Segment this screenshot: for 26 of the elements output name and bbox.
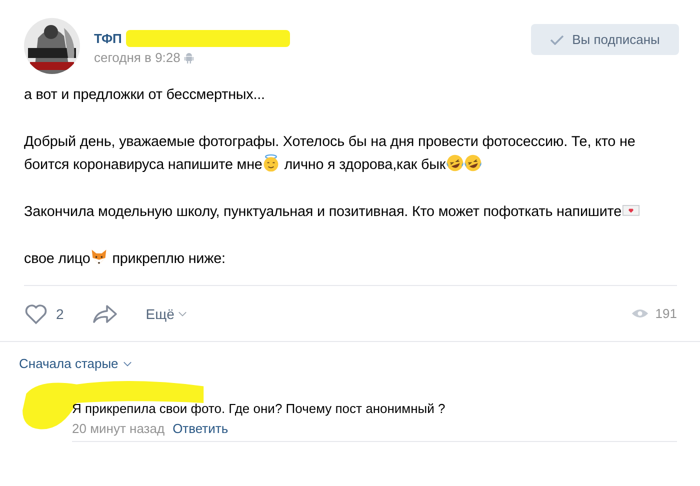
- post-paragraph: а вот и предложки от бессмертных...: [24, 86, 266, 105]
- halo-face-icon: [262, 154, 280, 172]
- share-button[interactable]: [92, 304, 118, 324]
- post-time[interactable]: сегодня в 9:28: [94, 50, 180, 65]
- eye-icon: [631, 308, 650, 319]
- reply-link[interactable]: Ответить: [172, 421, 228, 436]
- fox-face-icon: [90, 248, 108, 266]
- sort-dropdown[interactable]: Сначала старые: [19, 356, 132, 371]
- android-icon: [184, 52, 194, 64]
- check-icon: [550, 34, 564, 44]
- laughing-face-icon: [464, 154, 482, 172]
- view-count: 191: [655, 306, 677, 321]
- share-icon: [92, 304, 118, 324]
- post-paragraph: Добрый день, уважаемые фотографы. Хотелось бы на дня провести фотосессию. Те, кто не боится коронавируса напишите мне лично я здорова,как бык: [24, 133, 636, 175]
- like-button[interactable]: 2: [24, 302, 64, 324]
- comment-time[interactable]: 20 минут назад: [72, 421, 165, 436]
- laughing-face-icon: [446, 154, 464, 172]
- subscribed-button[interactable]: Вы подписаны: [531, 24, 679, 55]
- chevron-icon: [123, 360, 132, 366]
- more-button[interactable]: Ещё: [146, 306, 188, 322]
- comment-text: Я прикрепила свои фото. Где они? Почему пост анонимный ?: [72, 400, 446, 418]
- author-name[interactable]: ТФП: [94, 30, 122, 46]
- post-paragraph: Закончила модельную школу, пунктуальная и позитивная. Кто может пофоткать напишите: [24, 201, 676, 224]
- chevron-icon: [178, 310, 188, 316]
- heart-icon: [24, 302, 48, 324]
- post-paragraph: свое лицо прикреплю ниже:: [24, 248, 676, 271]
